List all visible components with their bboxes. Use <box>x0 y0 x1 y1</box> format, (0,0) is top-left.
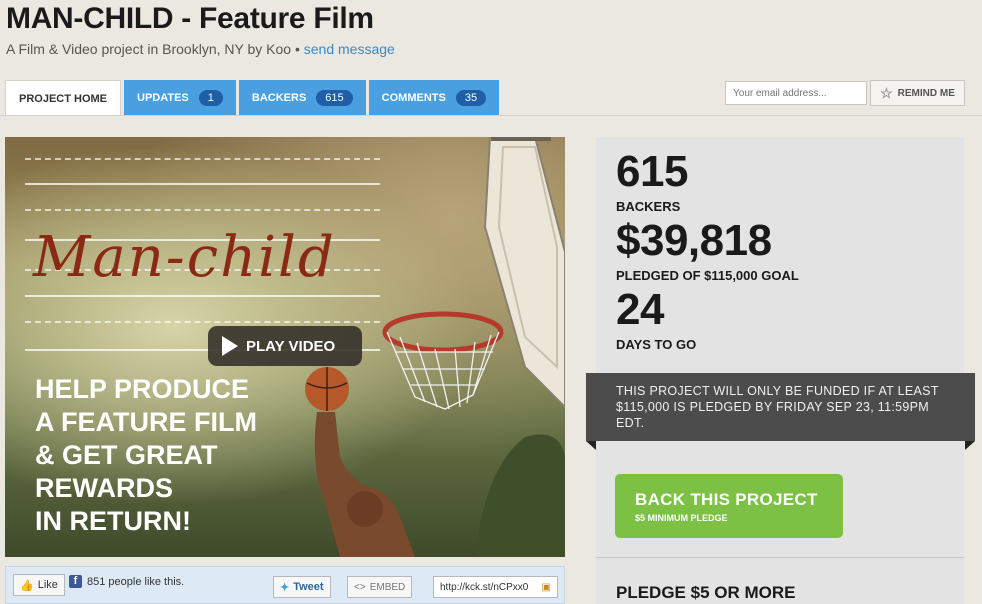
thumbs-up-icon: 👍 <box>20 579 34 592</box>
embed-button[interactable]: <> EMBED <box>347 576 413 598</box>
project-subtitle: A Film & Video project in Brooklyn, NY b… <box>6 41 395 57</box>
tab-updates[interactable]: UPDATES 1 <box>124 80 236 116</box>
backboard <box>483 137 565 409</box>
embed-label: EMBED <box>369 581 406 593</box>
project-location-creator: A Film & Video project in Brooklyn, NY b… <box>6 41 300 57</box>
short-url-field[interactable]: http://kck.st/nCPxx0 ▣ <box>433 576 558 598</box>
backers-value: 615 <box>616 147 688 196</box>
film-logo: Man-child <box>33 225 336 290</box>
play-video-label: PLAY VIDEO <box>246 337 336 355</box>
star-icon: ☆ <box>880 84 893 101</box>
video-tagline: HELP PRODUCE A FEATURE FILM & GET GREAT … <box>35 373 315 538</box>
facebook-like-button[interactable]: 👍 Like <box>13 574 65 596</box>
updates-count-badge: 1 <box>198 90 223 106</box>
back-this-project-button[interactable]: BACK THIS PROJECT $5 MINIMUM PLEDGE <box>615 474 843 538</box>
facebook-icon: f <box>69 575 82 588</box>
back-button-label: BACK THIS PROJECT <box>635 490 818 509</box>
ribbon-fold-right <box>965 441 975 450</box>
tab-divider <box>0 115 982 116</box>
pledge-tier-heading: PLEDGE $5 OR MORE <box>616 583 796 602</box>
remind-me-button[interactable]: ☆ REMIND ME <box>870 80 965 106</box>
backers-count-badge: 615 <box>316 90 353 106</box>
player <box>314 412 415 557</box>
tagline-line: IN RETURN! <box>35 506 191 536</box>
pledged-value: $39,818 <box>616 216 772 265</box>
remind-me-label: REMIND ME <box>897 87 955 99</box>
tab-label: COMMENTS <box>381 92 446 104</box>
like-label: Like <box>37 579 58 591</box>
facebook-like-count: f 851 people like this. <box>69 575 184 588</box>
tab-label: BACKERS <box>251 92 307 104</box>
twitter-bird-icon: ✦ <box>280 581 290 594</box>
backers-label: BACKERS <box>616 199 681 214</box>
share-bar: 👍 Like f 851 people like this. ✦ Tweet <… <box>5 566 565 604</box>
tweet-label: Tweet <box>293 581 324 593</box>
page-title: MAN-CHILD - Feature Film <box>6 2 374 35</box>
play-video-button[interactable]: PLAY VIDEO <box>208 326 362 366</box>
tab-comments[interactable]: COMMENTS 35 <box>368 80 500 116</box>
like-count-text: 851 people like this. <box>87 575 185 588</box>
email-field[interactable] <box>725 81 867 105</box>
tweet-button[interactable]: ✦ Tweet <box>273 576 331 598</box>
tagline-line: & GET GREAT <box>35 440 218 470</box>
funding-notice: THIS PROJECT WILL ONLY BE FUNDED IF AT L… <box>586 373 975 441</box>
days-to-go-value: 24 <box>616 285 664 334</box>
tab-project-home[interactable]: PROJECT HOME <box>5 80 122 116</box>
code-icon: <> <box>354 581 366 593</box>
video-player[interactable]: Man-child PLAY VIDEO HELP PRODUCE A FEAT… <box>5 137 565 557</box>
minimum-pledge-label: $5 MINIMUM PLEDGE <box>635 513 728 523</box>
tree <box>475 434 565 557</box>
tagline-line: REWARDS <box>35 473 174 503</box>
tagline-line: HELP PRODUCE <box>35 374 250 404</box>
days-to-go-label: DAYS TO GO <box>616 337 697 352</box>
tab-label: PROJECT HOME <box>19 92 108 105</box>
panel-divider <box>596 557 964 558</box>
project-tabs: PROJECT HOME UPDATES 1 BACKERS 615 COMME… <box>5 80 502 116</box>
comments-count-badge: 35 <box>455 90 487 106</box>
send-message-link[interactable]: send message <box>304 41 395 57</box>
pledged-label: PLEDGED OF $115,000 GOAL <box>616 268 799 283</box>
tagline-line: A FEATURE FILM <box>35 407 257 437</box>
ribbon-fold-left <box>586 441 596 450</box>
tab-label: UPDATES <box>137 92 189 104</box>
play-icon <box>222 336 238 356</box>
copy-icon: ▣ <box>541 581 551 593</box>
tab-backers[interactable]: BACKERS 615 <box>238 80 366 116</box>
short-url-text: http://kck.st/nCPxx0 <box>440 581 529 593</box>
